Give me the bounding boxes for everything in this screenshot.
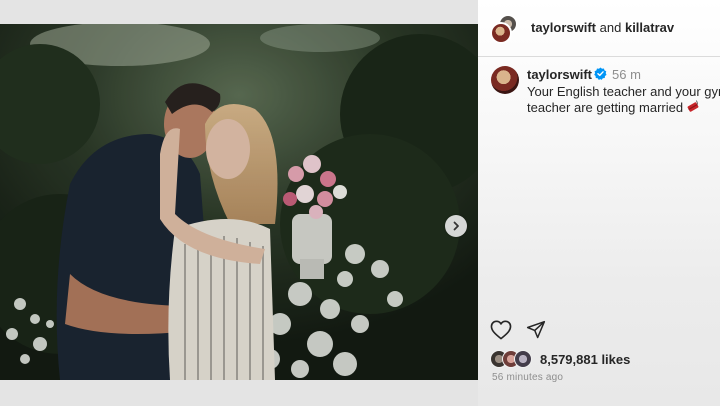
likes-count[interactable]: 8,579,881 likes (540, 352, 630, 367)
caption-line-1: Your English teacher and your gym (527, 84, 720, 99)
photo-illustration (0, 24, 478, 380)
posted-ago: 56 minutes ago (492, 372, 564, 383)
post-header-title: taylorswift and killatrav (531, 20, 674, 35)
collab-avatars[interactable] (490, 14, 520, 44)
collaborator-username[interactable]: killatrav (625, 20, 674, 35)
post-photo (0, 24, 478, 380)
header-connector: and (599, 20, 622, 35)
verified-badge-icon (594, 67, 607, 80)
author-username[interactable]: taylorswift (531, 20, 596, 35)
next-photo-button[interactable] (445, 215, 467, 237)
dynamite-emoji-icon (687, 100, 699, 112)
post-header: taylorswift and killatrav (478, 0, 720, 57)
caption-avatar[interactable] (491, 66, 519, 94)
caption-line-2-wrap: teacher are getting married (527, 100, 720, 116)
paper-plane-icon[interactable] (526, 320, 546, 340)
caption-username[interactable]: taylorswift (527, 67, 592, 82)
likes-count-text: 8,579,881 likes (540, 352, 631, 367)
liker-avatar (514, 350, 532, 368)
caption-line-2: teacher are getting married (527, 100, 684, 115)
caption-time: 56 m (612, 67, 641, 82)
chevron-right-icon (453, 221, 459, 231)
likes-row: 8,579,881 likes (490, 349, 720, 369)
post-side-panel: taylorswift and killatrav taylorswift 56… (478, 0, 720, 406)
caption-text: Your English teacher and your gym teache… (527, 84, 720, 116)
author-avatar (490, 22, 512, 44)
heart-outline-icon[interactable] (490, 320, 512, 340)
